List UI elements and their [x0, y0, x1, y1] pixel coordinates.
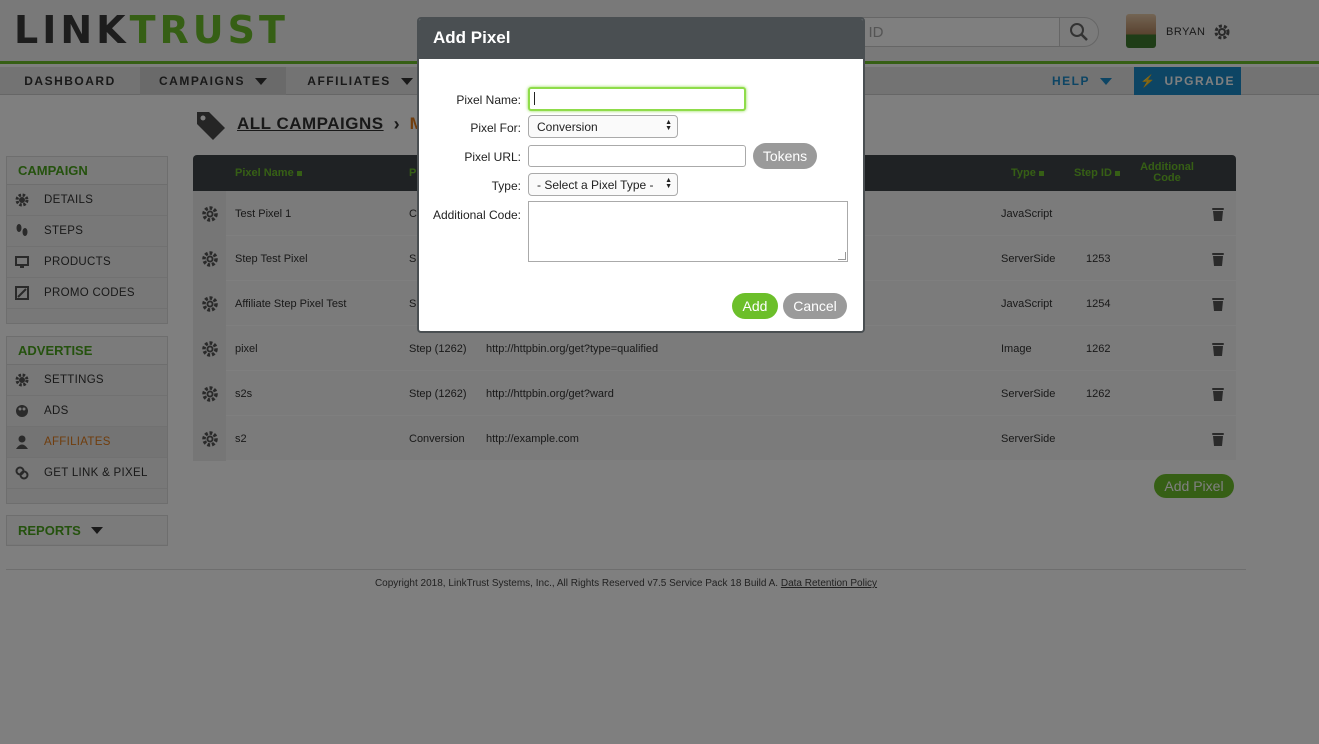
dialog-title: Add Pixel — [419, 19, 863, 59]
pixel-name-label: Pixel Name: — [456, 93, 521, 107]
pixel-for-select[interactable]: Conversion ▲ ▼ — [528, 115, 678, 138]
select-arrows-icon: ▲ ▼ — [665, 119, 672, 132]
tokens-button[interactable]: Tokens — [753, 143, 817, 169]
add-pixel-dialog: Add Pixel Pixel Name: Pixel For: Convers… — [417, 17, 865, 333]
pixel-url-label: Pixel URL: — [464, 150, 521, 164]
cancel-button[interactable]: Cancel — [783, 293, 847, 319]
pixel-name-input[interactable] — [528, 87, 746, 111]
pixel-for-label: Pixel For: — [470, 121, 521, 135]
pixel-url-input[interactable] — [528, 145, 746, 167]
pixel-for-value: Conversion — [537, 120, 598, 134]
pixel-type-select[interactable]: - Select a Pixel Type - ▲ ▼ — [528, 173, 678, 196]
pixel-type-value: - Select a Pixel Type - — [537, 178, 654, 192]
resize-grip-icon[interactable] — [838, 252, 846, 260]
text-cursor — [534, 92, 535, 106]
add-button[interactable]: Add — [732, 293, 778, 319]
additional-code-label: Additional Code: — [432, 208, 521, 222]
type-label: Type: — [491, 179, 521, 193]
select-arrows-icon: ▲ ▼ — [665, 177, 672, 190]
additional-code-textarea[interactable] — [528, 201, 848, 262]
